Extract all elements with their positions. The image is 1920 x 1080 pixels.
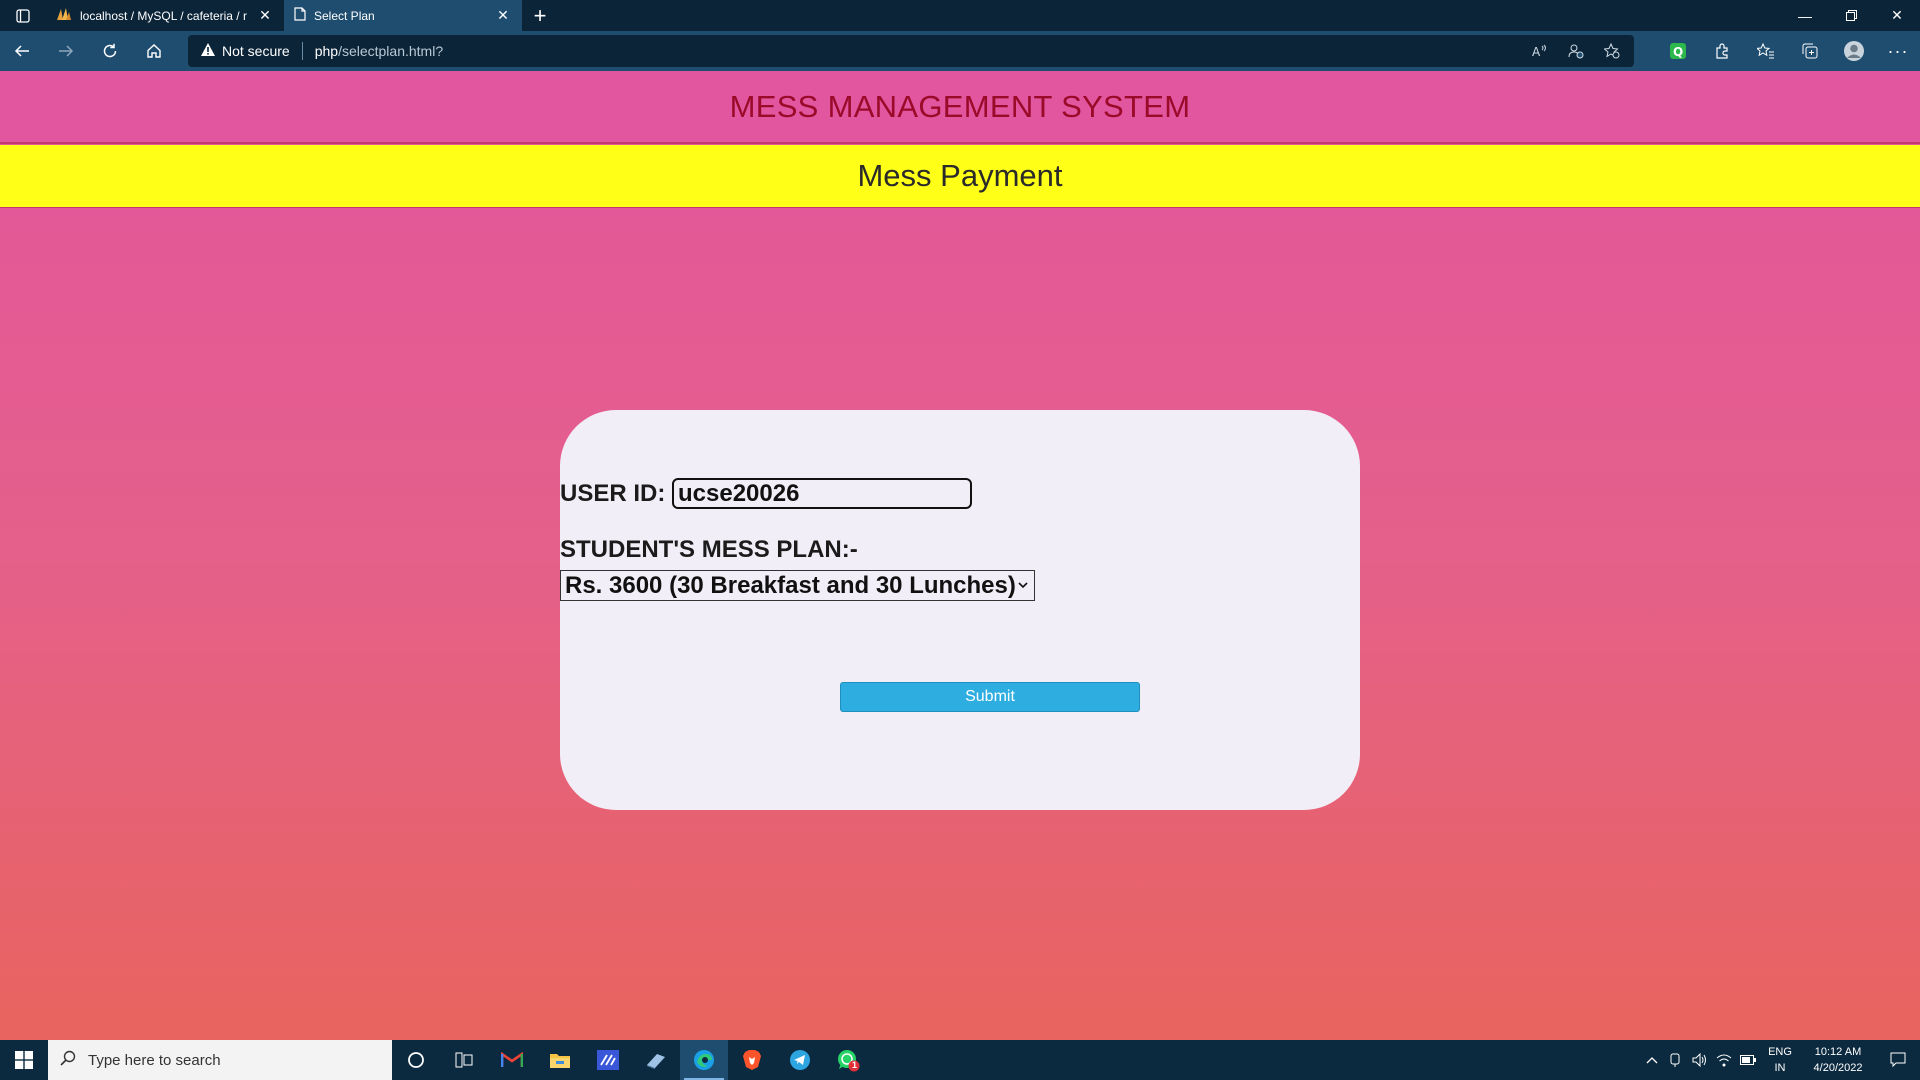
input-language[interactable]: ENG IN: [1760, 1044, 1800, 1076]
url-path: /selectplan.html?: [338, 43, 444, 59]
security-label: Not secure: [222, 43, 290, 59]
battery-icon[interactable]: [1736, 1040, 1760, 1080]
search-placeholder: Type here to search: [88, 1051, 221, 1069]
lang-line1: ENG: [1768, 1046, 1792, 1058]
clock-time: 10:12 AM: [1814, 1046, 1862, 1058]
close-icon[interactable]: ✕: [494, 7, 512, 24]
taskbar-search-box[interactable]: Type here to search: [48, 1040, 392, 1080]
tab-phpmyadmin[interactable]: localhost / MySQL / cafeteria / r ✕: [46, 0, 284, 31]
extension-q-icon[interactable]: Q: [1656, 31, 1700, 71]
lang-line2: IN: [1774, 1062, 1786, 1074]
tab-select-plan[interactable]: Select Plan ✕: [284, 0, 522, 31]
wifi-icon[interactable]: [1712, 1040, 1736, 1080]
address-bar[interactable]: Not secure php/selectplan.html? A: [188, 35, 1634, 67]
task-view-icon[interactable]: [440, 1040, 488, 1080]
restore-icon[interactable]: [1828, 0, 1874, 31]
minimize-icon[interactable]: —: [1782, 0, 1828, 31]
volume-icon[interactable]: [1688, 1040, 1712, 1080]
user-id-label: USER ID:: [560, 480, 666, 507]
close-icon[interactable]: ✕: [256, 7, 274, 24]
forward-icon[interactable]: [44, 31, 88, 71]
whatsapp-badge: 1: [852, 1060, 858, 1070]
new-tab-icon[interactable]: +: [522, 0, 558, 31]
telegram-icon[interactable]: [776, 1040, 824, 1080]
browser-toolbar-right: Q ···: [1656, 31, 1920, 71]
profile-avatar-icon[interactable]: [1832, 31, 1876, 71]
payment-form-card: USER ID: STUDENT'S MESS PLAN:- Rs. 3600 …: [560, 410, 1360, 810]
address-divider: [301, 42, 303, 60]
add-favorite-icon[interactable]: [1596, 35, 1628, 67]
page-subheader: Mess Payment: [0, 145, 1920, 208]
file-explorer-icon[interactable]: [536, 1040, 584, 1080]
svg-text:A: A: [1532, 45, 1541, 58]
page-subtitle: Mess Payment: [857, 158, 1063, 193]
refresh-icon[interactable]: [88, 31, 132, 71]
back-icon[interactable]: [0, 31, 44, 71]
svg-text:Q: Q: [1673, 45, 1683, 59]
home-icon[interactable]: [132, 31, 176, 71]
browser-tab-strip: localhost / MySQL / cafeteria / r ✕ Sele…: [0, 0, 1920, 31]
submit-button[interactable]: Submit: [840, 682, 1140, 712]
windows-start-icon[interactable]: [0, 1040, 48, 1080]
site-header: MESS MANAGEMENT SYSTEM: [0, 71, 1920, 144]
app-launcher-icon[interactable]: [632, 1040, 680, 1080]
cortana-icon[interactable]: [392, 1040, 440, 1080]
taskbar-clock[interactable]: 10:12 AM 4/20/2022: [1800, 1044, 1876, 1076]
mess-plan-select[interactable]: Rs. 3600 (30 Breakfast and 30 Lunches): [560, 570, 1035, 601]
search-icon: [60, 1050, 76, 1070]
visual-studio-icon[interactable]: [584, 1040, 632, 1080]
user-sync-icon[interactable]: [1560, 35, 1592, 67]
edge-browser-icon[interactable]: [680, 1040, 728, 1080]
page-viewport: MESS MANAGEMENT SYSTEM Mess Payment USER…: [0, 71, 1920, 1040]
brave-browser-icon[interactable]: [728, 1040, 776, 1080]
meet-now-icon[interactable]: [1664, 1040, 1688, 1080]
security-indicator[interactable]: Not secure: [200, 42, 290, 60]
url-host: php: [314, 43, 339, 59]
warning-icon: [200, 42, 216, 60]
notification-center-icon[interactable]: [1876, 1040, 1920, 1080]
site-title: MESS MANAGEMENT SYSTEM: [729, 88, 1191, 124]
whatsapp-icon[interactable]: 1: [824, 1040, 872, 1080]
tab-title: localhost / MySQL / cafeteria / r: [80, 8, 247, 23]
gmail-icon[interactable]: [488, 1040, 536, 1080]
extensions-icon[interactable]: [1700, 31, 1744, 71]
mess-plan-label: STUDENT'S MESS PLAN:-: [560, 536, 858, 563]
read-aloud-icon[interactable]: A: [1524, 35, 1556, 67]
chevron-down-icon: [1016, 582, 1030, 589]
more-menu-icon[interactable]: ···: [1876, 31, 1920, 71]
favorites-icon[interactable]: [1744, 31, 1788, 71]
system-tray: ENG IN 10:12 AM 4/20/2022: [1640, 1040, 1920, 1080]
collections-icon[interactable]: [1788, 31, 1832, 71]
phpmyadmin-icon: [56, 7, 72, 24]
clock-date: 4/20/2022: [1813, 1062, 1863, 1074]
tab-title: Select Plan: [314, 8, 375, 23]
user-id-input[interactable]: [672, 478, 972, 509]
tab-actions-icon[interactable]: [0, 0, 46, 31]
windows-taskbar: Type here to search 1 ENG IN 10:12 AM 4/…: [0, 1040, 1920, 1080]
page-icon: [294, 7, 306, 24]
window-close-icon[interactable]: ✕: [1874, 0, 1920, 31]
chevron-up-icon[interactable]: [1640, 1040, 1664, 1080]
mess-plan-selected-value: Rs. 3600 (30 Breakfast and 30 Lunches): [565, 571, 1016, 599]
